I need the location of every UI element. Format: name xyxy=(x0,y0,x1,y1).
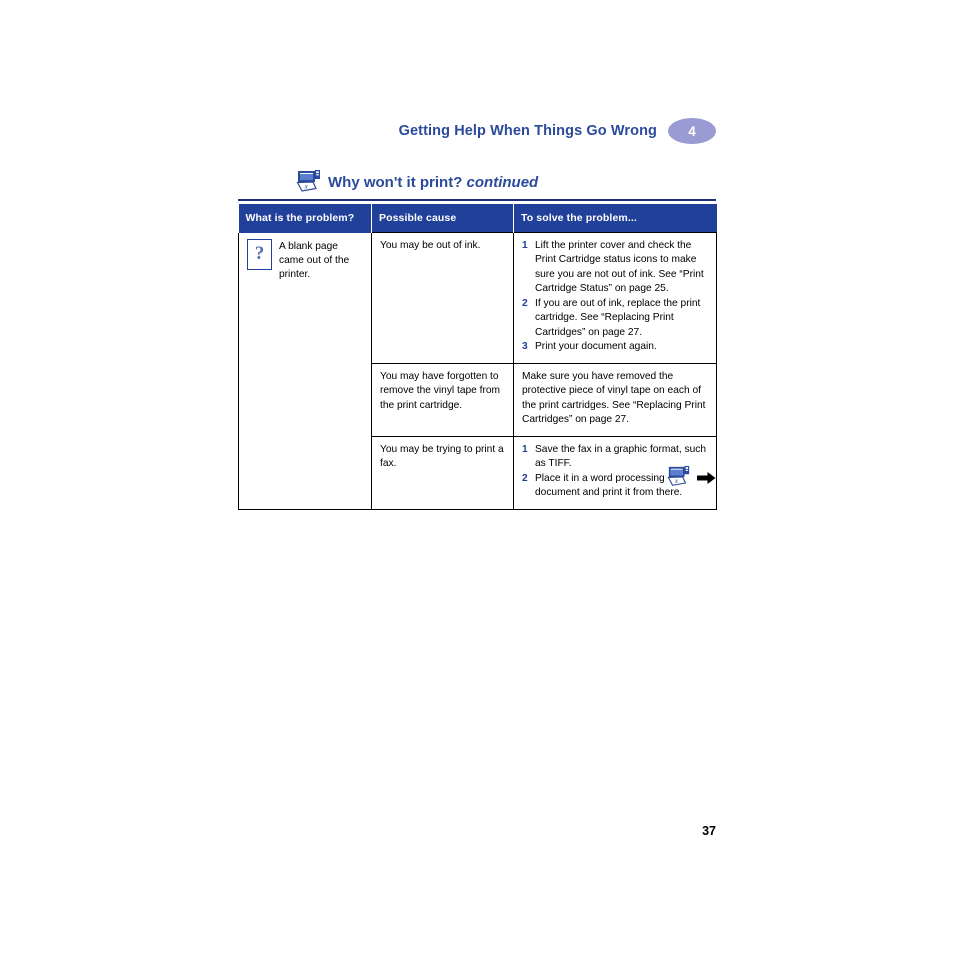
fax-machine-icon: x xyxy=(296,169,322,195)
fax-machine-icon[interactable]: x xyxy=(667,465,693,491)
step-number: 1 xyxy=(522,240,528,251)
document-page: Getting Help When Things Go Wrong 4 x Wh… xyxy=(0,0,954,954)
page-number: 37 xyxy=(702,824,716,838)
solution-cell: 1 Lift the printer cover and check the Pr… xyxy=(513,232,717,364)
step-text: Lift the printer cover and check the Pri… xyxy=(535,240,704,295)
cause-cell: You may have forgotten to remove the vin… xyxy=(371,362,514,437)
footer-navigation: x xyxy=(660,465,716,491)
step-number: 2 xyxy=(522,297,528,309)
solution-text: Make sure you have removed the protectiv… xyxy=(522,370,706,426)
troubleshooting-table: What is the problem? Possible cause To s… xyxy=(238,204,717,510)
chapter-title: Getting Help When Things Go Wrong xyxy=(398,123,657,139)
column-header-cause: Possible cause xyxy=(371,204,514,233)
table-header-row: What is the problem? Possible cause To s… xyxy=(238,204,717,233)
section-title-row: x Why won't it print? continued xyxy=(296,166,538,198)
step-text: Print your document again. xyxy=(535,341,657,353)
problem-cell: ? A blank page came out of the printer. xyxy=(238,232,372,510)
column-header-solution: To solve the problem... xyxy=(513,204,717,233)
cause-cell: You may be trying to print a fax. xyxy=(371,435,514,510)
chapter-number-badge: 4 xyxy=(668,118,716,144)
question-mark-icon: ? xyxy=(247,238,272,270)
section-continued-label: continued xyxy=(466,173,539,191)
troubleshooting-table-wrapper: What is the problem? Possible cause To s… xyxy=(238,204,717,510)
svg-text:x: x xyxy=(304,182,309,191)
step-number: 1 xyxy=(522,443,528,455)
column-header-problem: What is the problem? xyxy=(238,204,372,233)
cause-cell: You may be out of ink. xyxy=(371,232,514,364)
solution-step: 3 Print your document again. xyxy=(522,340,708,354)
step-number: 3 xyxy=(522,341,528,353)
title-divider xyxy=(238,199,716,201)
solution-cell: Make sure you have removed the protectiv… xyxy=(513,362,717,437)
table-row: ? A blank page came out of the printer. … xyxy=(238,232,717,510)
problem-text: A blank page came out of the printer. xyxy=(279,240,350,281)
arrow-right-icon[interactable] xyxy=(697,470,716,486)
solution-step: 1 Lift the printer cover and check the Pr… xyxy=(522,239,708,297)
step-number: 2 xyxy=(522,472,528,484)
step-text: If you are out of ink, replace the print… xyxy=(535,297,701,338)
running-header: Getting Help When Things Go Wrong 4 xyxy=(238,116,716,146)
solution-step-list: 1 Lift the printer cover and check the Pr… xyxy=(522,239,708,355)
section-title: Why won't it print? continued xyxy=(328,174,538,191)
table-header: What is the problem? Possible cause To s… xyxy=(238,204,717,233)
solution-step: 2 If you are out of ink, replace the prin… xyxy=(522,297,708,340)
section-title-text: Why won't it print? xyxy=(328,173,467,191)
table-body: ? A blank page came out of the printer. … xyxy=(238,232,717,510)
